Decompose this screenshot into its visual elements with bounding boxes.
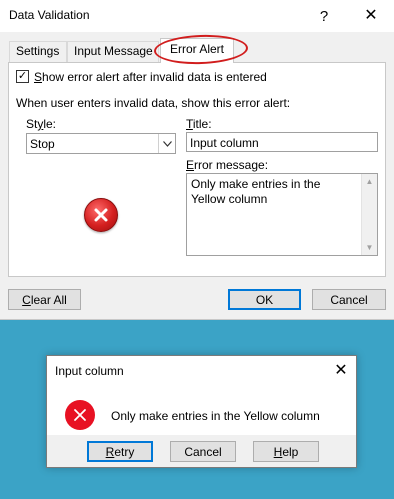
accel-key: E (186, 158, 195, 172)
error-stop-icon (84, 198, 118, 232)
input-column-message-box: Input column ✕ Only make entries in the … (46, 355, 357, 468)
accel-key: R (105, 444, 115, 459)
message-text: Only make entries in the Yellow column (111, 409, 320, 423)
help-button[interactable]: ? (313, 5, 335, 27)
tab-error-alert-label: Error Alert (169, 42, 224, 56)
title-input[interactable]: Input column (186, 132, 378, 152)
tab-settings[interactable]: Settings (9, 41, 67, 62)
tab-input-message-label: Input Message (74, 44, 153, 58)
label-prefix: St (26, 117, 38, 131)
cancel-button[interactable]: Cancel (170, 441, 236, 462)
vertical-scrollbar[interactable]: ▲ ▼ (361, 174, 377, 255)
accel-key: S (34, 70, 43, 84)
label-rest: etry (114, 444, 135, 459)
message-box-title: Input column (55, 364, 124, 378)
message-box-titlebar[interactable]: Input column ✕ (47, 356, 356, 385)
style-select[interactable]: Stop (26, 133, 176, 154)
label-rest: le: (43, 117, 57, 131)
instruction-text: When user enters invalid data, show this… (16, 96, 291, 110)
tab-settings-label: Settings (16, 44, 60, 58)
style-select-value: Stop (30, 137, 55, 151)
error-message-textarea[interactable]: Only make entries in the Yellow column ▲… (186, 173, 378, 256)
ok-button[interactable]: OK (228, 289, 301, 310)
retry-button[interactable]: Retry (87, 441, 153, 462)
help-button[interactable]: Help (253, 441, 319, 462)
scroll-down-icon[interactable]: ▼ (362, 240, 377, 255)
label-rest: elp (282, 444, 299, 459)
title-label: Title: (186, 117, 212, 131)
label-rest: rror message: (194, 158, 269, 172)
chevron-down-icon[interactable] (158, 134, 175, 153)
cancel-button[interactable]: Cancel (312, 289, 386, 310)
error-message-text: Only make entries in the Yellow column (191, 177, 321, 206)
tab-input-message[interactable]: Input Message (67, 41, 159, 62)
accel-key: H (273, 444, 283, 459)
dialog-titlebar[interactable]: Data Validation ? ✕ (0, 0, 394, 32)
data-validation-dialog: Data Validation ? ✕ Settings Input Messa… (0, 0, 394, 320)
show-error-alert-label[interactable]: Show error alert after invalid data is e… (34, 70, 267, 84)
show-error-alert-checkbox[interactable]: ✓ (16, 70, 29, 83)
label-rest: itle: (192, 117, 212, 131)
close-button[interactable]: ✕ (330, 360, 352, 382)
dialog-title: Data Validation (9, 8, 90, 22)
label-rest: lear All (30, 292, 67, 307)
close-button[interactable]: ✕ (360, 5, 382, 27)
style-label: Style: (26, 117, 56, 131)
clear-all-button[interactable]: Clear All (8, 289, 81, 310)
scroll-up-icon[interactable]: ▲ (362, 174, 377, 189)
check-icon: ✓ (17, 70, 28, 82)
label-rest: how error alert after invalid data is en… (42, 70, 267, 84)
accel-key: C (22, 292, 31, 307)
accel-key: T (186, 117, 193, 131)
error-icon (65, 400, 95, 430)
error-message-label: Error message: (186, 158, 268, 172)
tab-error-alert[interactable]: Error Alert (160, 38, 234, 63)
